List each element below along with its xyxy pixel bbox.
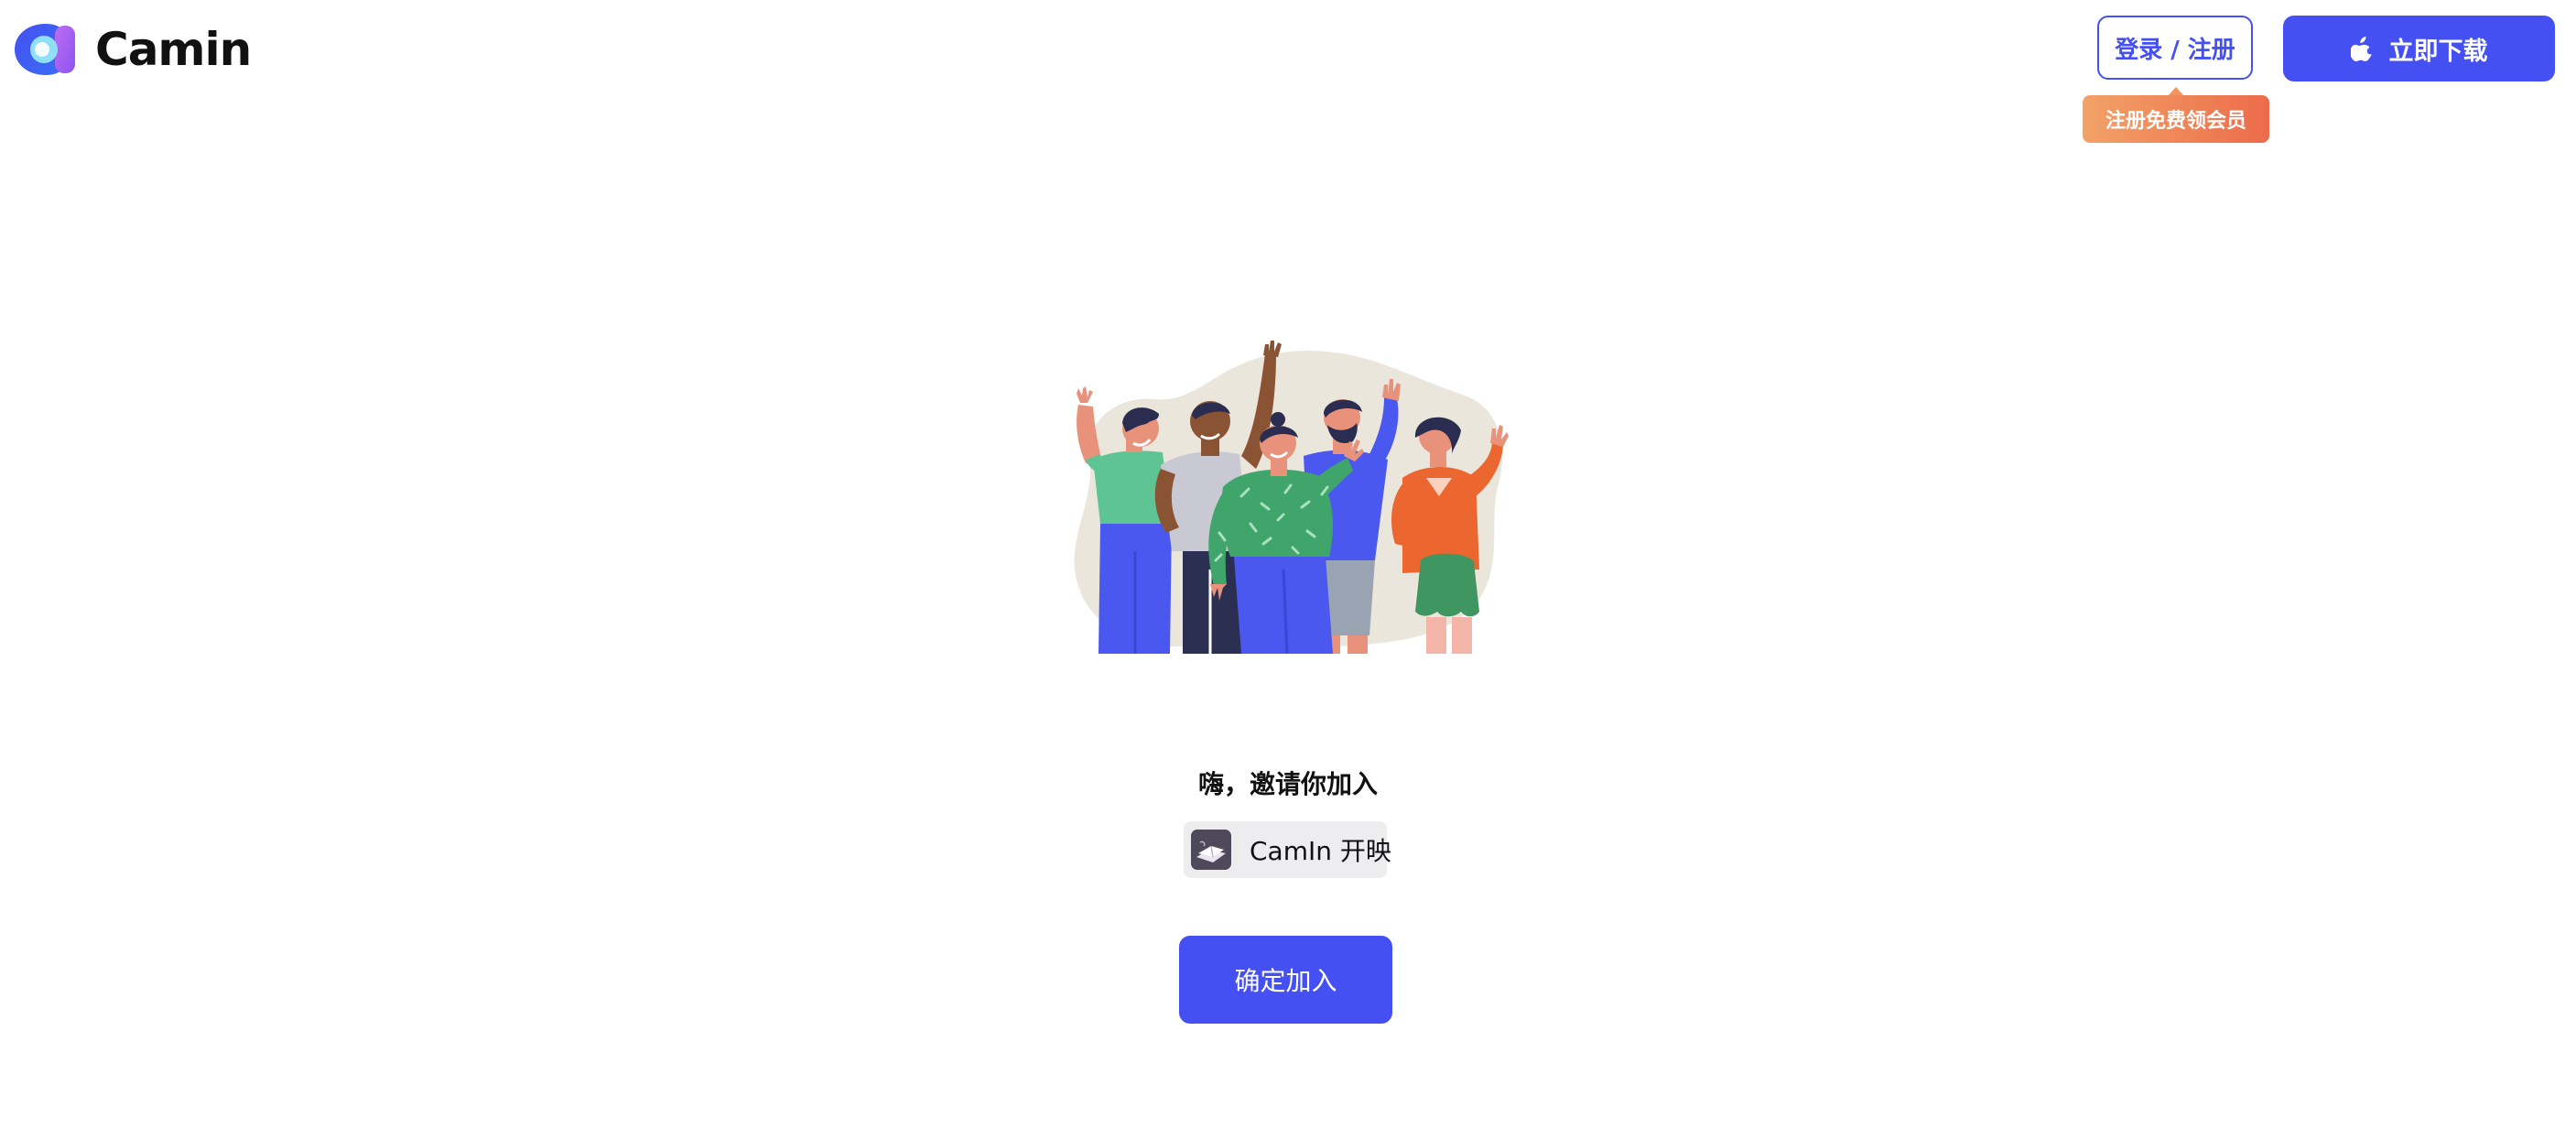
brand-logo[interactable]: Camin [13, 20, 252, 79]
download-label: 立即下载 [2388, 37, 2488, 66]
book-avatar-icon [1191, 830, 1231, 870]
invite-title: 嗨，邀请你加入 [1197, 769, 1378, 799]
team-chip: CamIn 开映 [1184, 821, 1391, 878]
top-header: Camin 登录 / 注册 注册免费领会员 立即下载 [0, 0, 2576, 143]
register-promo-badge: 注册免费领会员 [2083, 95, 2269, 143]
brand-name: Camin [95, 23, 252, 76]
download-button[interactable]: 立即下载 [2283, 16, 2555, 81]
group-people-illustration [1074, 341, 1509, 654]
team-name: CamIn 开映 [1250, 836, 1391, 866]
login-register-button[interactable]: 登录 / 注册 [2097, 16, 2253, 80]
camin-logo-icon [15, 24, 75, 75]
confirm-join-button[interactable]: 确定加入 [1179, 936, 1392, 1024]
apple-icon [2350, 37, 2372, 61]
team-avatar [1191, 830, 1231, 870]
